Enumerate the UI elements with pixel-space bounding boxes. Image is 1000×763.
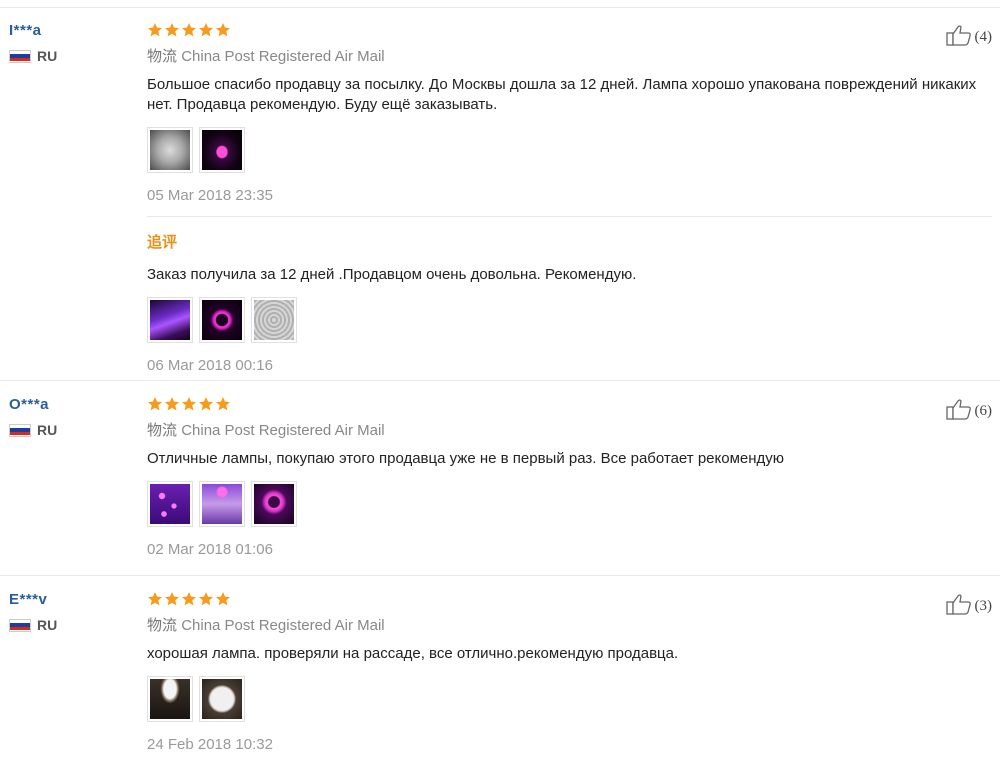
followup-date: 06 Mar 2018 00:16 <box>147 357 273 374</box>
thumbs-up-icon <box>945 24 972 51</box>
photo-image <box>202 679 242 719</box>
star-icon <box>199 23 213 37</box>
star-icon <box>148 23 162 37</box>
country-code: RU <box>37 48 58 64</box>
helpful-button[interactable]: (6) <box>945 398 993 425</box>
reviewer-info: O***a RU <box>9 396 57 438</box>
review-photo-thumbnail[interactable] <box>199 127 245 173</box>
review-body: 物流 China Post Registered Air Mail хороша… <box>147 591 992 753</box>
review-photo-thumbnail[interactable] <box>147 127 193 173</box>
star-rating <box>147 22 992 40</box>
reviewer-country: RU <box>9 617 57 633</box>
star-icon <box>216 397 230 411</box>
reviewer-info: I***a RU <box>9 22 57 64</box>
reviewer-country: RU <box>9 422 57 438</box>
star-icon <box>216 23 230 37</box>
photo-image <box>150 484 190 524</box>
review-photo-thumbnail[interactable] <box>147 481 193 527</box>
reviewer-name: I***a <box>9 22 42 39</box>
shipping-value: China Post Registered Air Mail <box>181 48 385 65</box>
review-text: хорошая лампа. проверяли на рассаде, все… <box>147 645 679 662</box>
reviewer-name: O***a <box>9 396 50 413</box>
star-rating <box>147 396 992 414</box>
photo-image <box>254 300 294 340</box>
photo-image <box>254 484 294 524</box>
star-icon <box>182 592 196 606</box>
reviewer-country: RU <box>9 48 57 64</box>
star-icon <box>165 23 179 37</box>
thumbs-up-icon <box>945 593 972 620</box>
country-code: RU <box>37 617 58 633</box>
shipping-value: China Post Registered Air Mail <box>181 617 385 634</box>
helpful-count: (6) <box>974 403 993 419</box>
top-divider <box>0 7 1000 8</box>
review-date: 24 Feb 2018 10:32 <box>147 736 273 753</box>
followup-label: 追评 <box>147 234 178 251</box>
review-divider <box>0 575 1000 576</box>
review-photo-thumbnail[interactable] <box>251 481 297 527</box>
star-rating <box>147 591 992 609</box>
review-photo-thumbnail[interactable] <box>199 676 245 722</box>
russia-flag-icon <box>9 49 31 63</box>
review-text: Отличные лампы, покупаю этого продавца у… <box>147 450 785 467</box>
followup-text: Заказ получила за 12 дней .Продавцом оче… <box>147 266 637 283</box>
helpful-count: (3) <box>974 598 993 614</box>
review-photos <box>147 127 992 173</box>
star-icon <box>199 397 213 411</box>
shipping-label: 物流 <box>147 48 178 65</box>
followup-photos <box>147 297 992 343</box>
russia-flag-icon <box>9 423 31 437</box>
review-divider <box>0 380 1000 381</box>
review-photo-thumbnail[interactable] <box>147 676 193 722</box>
star-icon <box>148 592 162 606</box>
star-icon <box>165 397 179 411</box>
photo-image <box>202 300 242 340</box>
star-icon <box>216 592 230 606</box>
helpful-count: (4) <box>974 29 993 45</box>
star-icon <box>148 397 162 411</box>
review-text: Большое спасибо продавцу за посылку. До … <box>147 76 977 113</box>
photo-image <box>150 130 190 170</box>
helpful-button[interactable]: (3) <box>945 593 993 620</box>
shipping-method: 物流 China Post Registered Air Mail <box>147 45 992 66</box>
shipping-method: 物流 China Post Registered Air Mail <box>147 614 992 635</box>
helpful-button[interactable]: (4) <box>945 24 993 51</box>
review-photo-thumbnail[interactable] <box>147 297 193 343</box>
shipping-value: China Post Registered Air Mail <box>181 422 385 439</box>
review-photos <box>147 676 992 722</box>
review-body: 物流 China Post Registered Air Mail Большо… <box>147 22 992 374</box>
star-icon <box>165 592 179 606</box>
reviewer-info: E***v RU <box>9 591 57 633</box>
review-photo-thumbnail[interactable] <box>199 481 245 527</box>
review-photo-thumbnail[interactable] <box>251 297 297 343</box>
photo-image <box>150 300 190 340</box>
review-photos <box>147 481 992 527</box>
photo-image <box>150 679 190 719</box>
russia-flag-icon <box>9 618 31 632</box>
photo-image <box>202 484 242 524</box>
review-date: 05 Mar 2018 23:35 <box>147 187 273 204</box>
shipping-label: 物流 <box>147 617 178 634</box>
review-body: 物流 China Post Registered Air Mail Отличн… <box>147 396 992 558</box>
thumbs-up-icon <box>945 398 972 425</box>
review-photo-thumbnail[interactable] <box>199 297 245 343</box>
star-icon <box>182 397 196 411</box>
star-icon <box>199 592 213 606</box>
shipping-method: 物流 China Post Registered Air Mail <box>147 419 992 440</box>
followup-divider <box>147 216 992 217</box>
star-icon <box>182 23 196 37</box>
photo-image <box>202 130 242 170</box>
review-date: 02 Mar 2018 01:06 <box>147 541 273 558</box>
shipping-label: 物流 <box>147 422 178 439</box>
country-code: RU <box>37 422 58 438</box>
reviewer-name: E***v <box>9 591 48 608</box>
